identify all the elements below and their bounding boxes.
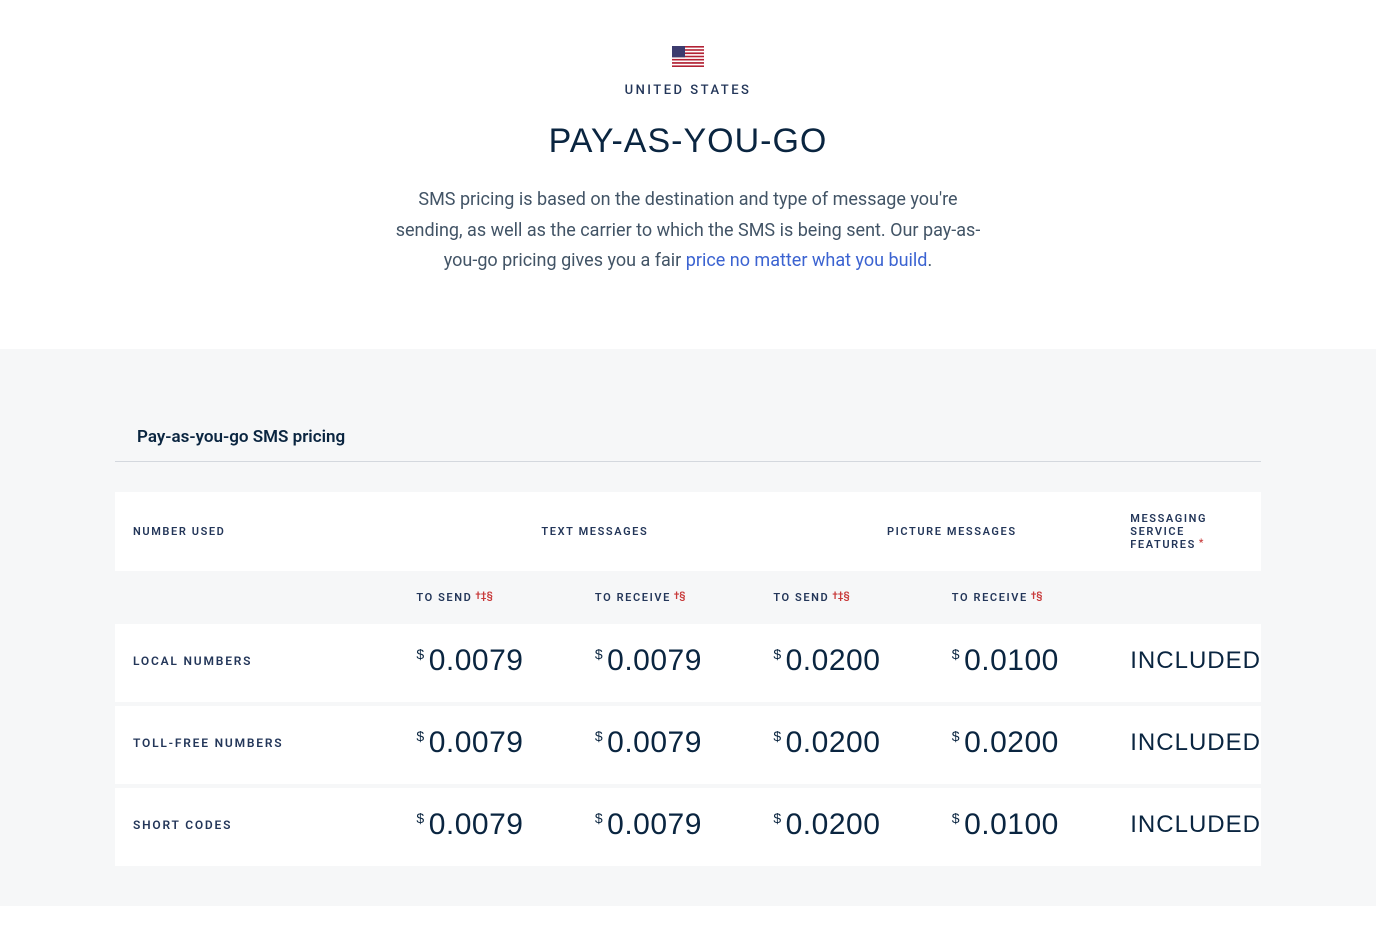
tab-payg-sms[interactable]: Pay-as-you-go SMS pricing — [115, 427, 345, 447]
row-label: LOCAL NUMBERS — [115, 624, 416, 702]
pricing-table: NUMBER USED TEXT MESSAGES PICTURE MESSAG… — [115, 488, 1261, 870]
table-row: TOLL-FREE NUMBERS $0.0079 $0.0079 $0.020… — [115, 706, 1261, 784]
subheader-pic-to-receive: TO RECEIVE†§ — [952, 575, 1130, 620]
col-header-picture-messages: PICTURE MESSAGES — [773, 492, 1130, 571]
subheader-text-to-send: TO SEND†‡§ — [416, 575, 594, 620]
page-title: PAY-AS-YOU-GO — [40, 122, 1336, 161]
row-label: SHORT CODES — [115, 788, 416, 866]
subheader-text-to-receive: TO RECEIVE†§ — [595, 575, 773, 620]
col-header-number-used: NUMBER USED — [115, 492, 416, 571]
row-label: TOLL-FREE NUMBERS — [115, 706, 416, 784]
col-header-messaging-features: MESSAGING SERVICE FEATURES* — [1130, 492, 1261, 571]
table-row: LOCAL NUMBERS $0.0079 $0.0079 $0.0200 $0… — [115, 624, 1261, 702]
country-name: UNITED STATES — [40, 83, 1336, 98]
col-header-text-messages: TEXT MESSAGES — [416, 492, 773, 571]
table-row: SHORT CODES $0.0079 $0.0079 $0.0200 $0.0… — [115, 788, 1261, 866]
hero-description: SMS pricing is based on the destination … — [383, 185, 993, 277]
subheader-pic-to-send: TO SEND†‡§ — [773, 575, 951, 620]
us-flag-icon — [672, 46, 704, 67]
pricing-philosophy-link[interactable]: price no matter what you build — [686, 250, 928, 271]
